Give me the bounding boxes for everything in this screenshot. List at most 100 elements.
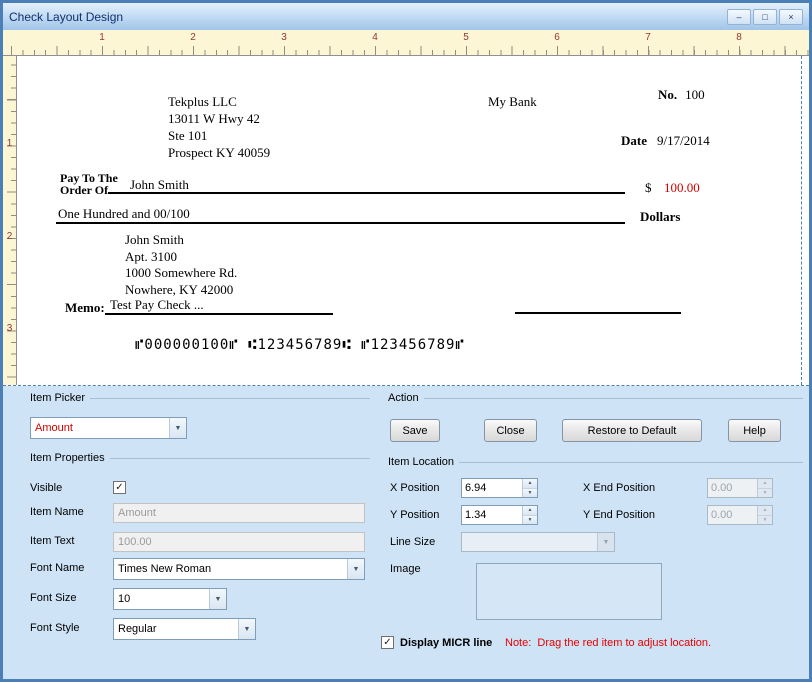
font-name-select[interactable]: Times New Roman ▼ [113, 558, 365, 580]
x-position-input[interactable] [462, 479, 522, 497]
display-micr-checkbox[interactable]: ✓ [381, 636, 394, 649]
y-position-spinner[interactable]: ▲ ▼ [461, 505, 538, 525]
close-layout-button[interactable]: Close [484, 419, 537, 442]
window-title: Check Layout Design [9, 9, 124, 24]
check-date[interactable]: Date 9/17/2014 [621, 133, 710, 149]
page-margin-guide [801, 56, 802, 385]
spinner-buttons: ▲ ▼ [522, 506, 537, 524]
payer-line: Prospect KY 40059 [168, 145, 271, 160]
payer-line: 13011 W Hwy 42 [168, 111, 260, 126]
group-title: Item Picker [30, 392, 86, 404]
display-micr-label[interactable]: Display MICR line [400, 637, 492, 649]
group-item-properties: Item Properties [30, 452, 370, 464]
x-end-position-input [708, 479, 757, 497]
item-text-label: Item Text [30, 535, 75, 547]
amount-value[interactable]: 100.00 [664, 180, 700, 196]
item-picker-select[interactable]: Amount ▼ [30, 417, 187, 439]
ruler-number: 1 [6, 138, 13, 149]
y-position-input[interactable] [462, 506, 522, 524]
spin-up-icon[interactable]: ▲ [523, 479, 537, 489]
horizontal-ruler: 1 2 3 4 5 6 7 8 [3, 30, 809, 56]
window-controls: – □ × [727, 8, 803, 25]
maximize-button[interactable]: □ [753, 8, 777, 25]
dollars-label: Dollars [640, 209, 681, 224]
group-action: Action [388, 392, 803, 404]
bank-name[interactable]: My Bank [488, 94, 537, 110]
group-divider [423, 397, 803, 399]
date-label: Date [621, 133, 647, 148]
memo-text: Test Pay Check ... [110, 297, 204, 312]
payer-line: Ste 101 [168, 128, 208, 143]
group-title: Action [388, 392, 419, 404]
minimize-button[interactable]: – [727, 8, 751, 25]
checkmark-icon: ✓ [383, 636, 392, 648]
spin-up-icon: ▲ [758, 506, 772, 516]
font-style-value: Regular [118, 623, 157, 635]
ruler-major-ticks [11, 46, 809, 55]
font-size-label: Font Size [30, 592, 77, 604]
chevron-down-icon[interactable]: ▼ [238, 619, 255, 639]
image-preview-box[interactable] [476, 563, 662, 620]
payee-line[interactable]: John Smith [108, 177, 625, 194]
restore-to-default-button[interactable]: Restore to Default [562, 419, 702, 442]
y-end-position-spinner: ▲ ▼ [707, 505, 773, 525]
line-size-value [462, 533, 597, 551]
payer-address-block[interactable]: Tekplus LLC 13011 W Hwy 42 Ste 101 Prosp… [168, 93, 270, 161]
y-end-position-input [708, 506, 757, 524]
payee-address-line: 1000 Somewhere Rd. [125, 265, 238, 280]
help-button[interactable]: Help [728, 419, 781, 442]
payee-address-line: Nowhere, KY 42000 [125, 281, 234, 297]
ruler-number: 1 [99, 32, 105, 43]
group-title: Item Properties [30, 452, 105, 464]
drag-note: Note: Drag the red item to adjust locati… [505, 637, 712, 649]
x-position-spinner[interactable]: ▲ ▼ [461, 478, 538, 498]
amount-words-line[interactable]: One Hundred and 00/100 [56, 206, 625, 224]
item-picker-value: Amount [35, 422, 73, 434]
spin-down-icon: ▼ [758, 515, 772, 524]
ruler-number: 4 [372, 32, 378, 43]
spin-up-icon[interactable]: ▲ [523, 506, 537, 516]
payee-address-block[interactable]: John Smith Apt. 3100 1000 Somewhere Rd. … [125, 232, 237, 298]
font-style-select[interactable]: Regular ▼ [113, 618, 256, 640]
properties-panel: Item Picker Amount ▼ Item Properties Vis… [3, 386, 809, 679]
close-button[interactable]: × [779, 8, 803, 25]
ruler-number: 2 [6, 231, 13, 242]
y-end-position-label: Y End Position [583, 509, 655, 521]
chevron-down-icon: ▼ [597, 533, 614, 551]
payee-name: John Smith [130, 177, 189, 192]
spin-down-icon[interactable]: ▼ [523, 488, 537, 497]
chevron-down-icon[interactable]: ▼ [169, 418, 186, 438]
font-size-select[interactable]: 10 ▼ [113, 588, 227, 610]
x-end-position-label: X End Position [583, 482, 656, 494]
chevron-down-icon[interactable]: ▼ [209, 589, 226, 609]
checkmark-icon: ✓ [115, 481, 124, 493]
currency-symbol: $ [645, 180, 652, 195]
micr-line[interactable]: ⑈000000100⑈ ⑆123456789⑆ ⑈123456789⑈ [135, 337, 465, 353]
check-number[interactable]: No. 100 [658, 87, 705, 103]
group-title: Item Location [388, 456, 455, 468]
spinner-buttons: ▲ ▼ [522, 479, 537, 497]
ruler-number: 8 [736, 32, 742, 43]
memo-line[interactable]: Test Pay Check ... [105, 297, 333, 315]
group-divider [459, 461, 803, 463]
item-text-field [113, 532, 365, 552]
visible-checkbox[interactable]: ✓ [113, 481, 126, 494]
ruler-number: 6 [554, 32, 560, 43]
spinner-buttons: ▲ ▼ [757, 479, 772, 497]
check-design-area: 1 2 3 Tekplus LLC 13011 W Hwy 42 Ste 101… [3, 56, 809, 386]
check-number-value: 100 [685, 87, 705, 102]
image-label: Image [390, 563, 421, 575]
save-button[interactable]: Save [390, 419, 440, 442]
group-divider [90, 397, 370, 399]
x-end-position-spinner: ▲ ▼ [707, 478, 773, 498]
payee-address-line: John Smith [125, 232, 184, 247]
titlebar[interactable]: Check Layout Design – □ × [3, 3, 809, 30]
minimize-icon: – [736, 11, 742, 22]
close-icon: × [788, 11, 794, 22]
font-name-label: Font Name [30, 562, 85, 574]
x-position-label: X Position [390, 482, 440, 494]
spin-down-icon[interactable]: ▼ [523, 515, 537, 524]
check-preview-canvas[interactable]: Tekplus LLC 13011 W Hwy 42 Ste 101 Prosp… [17, 56, 809, 385]
chevron-down-icon[interactable]: ▼ [347, 559, 364, 579]
ruler-number: 3 [6, 323, 13, 334]
